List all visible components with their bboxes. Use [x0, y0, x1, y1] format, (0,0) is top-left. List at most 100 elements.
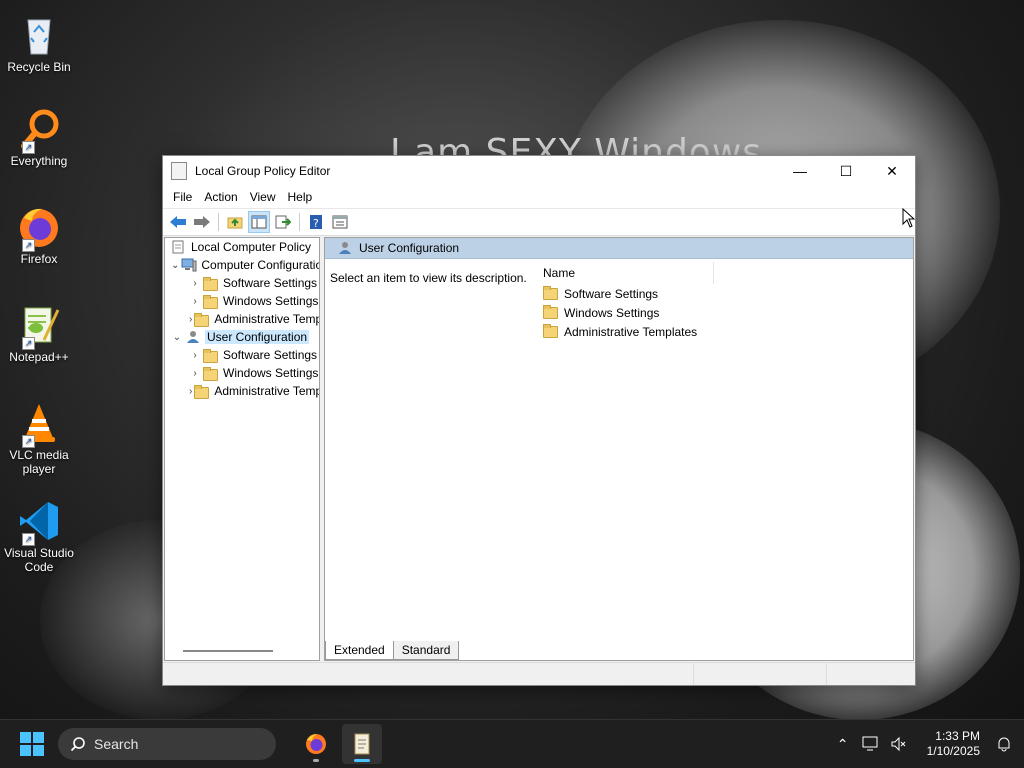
help-button[interactable]: ?: [305, 211, 327, 233]
notepad-plus-plus-icon: ↗: [16, 302, 62, 350]
folder-icon: [203, 294, 219, 309]
show-hide-tree-button[interactable]: [248, 211, 270, 233]
search-placeholder: Search: [94, 736, 139, 752]
tree-item-label: Computer Configuration: [201, 258, 320, 272]
export-list-button[interactable]: [272, 211, 294, 233]
vlc-icon: ↗: [16, 400, 62, 448]
tree-item-label: Administrative Templates: [214, 384, 320, 398]
desktop-icon-firefox[interactable]: ↗ Firefox: [4, 204, 74, 266]
desktop-icon-recycle-bin[interactable]: Recycle Bin: [4, 12, 74, 74]
tree-item-user-administrative-templates[interactable]: › Administrative Templates: [165, 382, 319, 400]
vscode-icon: ↗: [16, 498, 62, 546]
network-icon: [862, 736, 878, 751]
folder-icon: [543, 285, 558, 300]
taskbar-app-firefox[interactable]: [296, 724, 336, 764]
tree-item-label: Windows Settings: [223, 366, 319, 380]
close-button[interactable]: ✕: [869, 156, 915, 186]
list-item-software-settings[interactable]: Software Settings: [537, 284, 913, 303]
taskbar-app-group-policy-editor[interactable]: [342, 724, 382, 764]
chevron-right-icon[interactable]: ›: [189, 314, 192, 325]
folder-icon: [203, 348, 219, 363]
list-item-label: Administrative Templates: [564, 324, 698, 339]
active-indicator: [354, 759, 370, 762]
svg-text:?: ?: [313, 217, 319, 230]
menu-action[interactable]: Action: [198, 190, 243, 204]
list-item-label: Windows Settings: [564, 305, 660, 320]
chevron-right-icon[interactable]: ›: [189, 386, 192, 397]
list-item-windows-settings[interactable]: Windows Settings: [537, 303, 913, 322]
menu-help[interactable]: Help: [282, 190, 319, 204]
tree-item-user-windows-settings[interactable]: › Windows Settings: [165, 364, 319, 382]
chevron-right-icon[interactable]: ›: [189, 368, 201, 379]
properties-button[interactable]: [329, 211, 351, 233]
chevron-down-icon[interactable]: ⌄: [171, 332, 183, 343]
folder-icon: [194, 384, 210, 399]
taskbar-search-box[interactable]: Search: [58, 728, 276, 760]
tab-extended[interactable]: Extended: [325, 641, 394, 660]
menu-view[interactable]: View: [244, 190, 282, 204]
taskbar: Search ⌃ 1:33 PM 1/10/2025: [0, 719, 1024, 768]
forward-button[interactable]: [191, 211, 213, 233]
tree-item-computer-administrative-templates[interactable]: › Administrative Templates: [165, 310, 319, 328]
shortcut-arrow-icon: ↗: [22, 239, 35, 252]
chevron-right-icon[interactable]: ›: [189, 296, 201, 307]
back-arrow-icon: [170, 216, 186, 228]
tree-horizontal-scrollbar[interactable]: [183, 650, 273, 652]
chevron-up-icon: ⌃: [836, 735, 849, 752]
chevron-down-icon[interactable]: ⌄: [171, 260, 179, 271]
shortcut-arrow-icon: ↗: [22, 533, 35, 546]
desktop-icon-label: Recycle Bin: [7, 60, 71, 74]
computer-icon: [181, 258, 197, 272]
tree-item-computer-software-settings[interactable]: › Software Settings: [165, 274, 319, 292]
windows-logo-icon: [33, 745, 44, 756]
title-bar[interactable]: Local Group Policy Editor — ☐ ✕: [163, 156, 915, 186]
recycle-bin-icon: [16, 12, 62, 58]
tree-item-user-software-settings[interactable]: › Software Settings: [165, 346, 319, 364]
folder-icon: [543, 304, 558, 319]
desktop-icon-label: VLC media player: [9, 448, 69, 476]
group-policy-editor-window: Local Group Policy Editor — ☐ ✕ File Act…: [162, 155, 916, 686]
up-one-level-button[interactable]: [224, 211, 246, 233]
bell-icon: [998, 737, 1010, 752]
folder-icon: [203, 276, 219, 291]
start-button[interactable]: [20, 732, 44, 756]
minimize-button[interactable]: —: [777, 156, 823, 186]
menu-file[interactable]: File: [167, 190, 198, 204]
export-list-icon: [275, 215, 291, 229]
chevron-right-icon[interactable]: ›: [189, 350, 201, 361]
policy-document-icon: [354, 733, 370, 755]
tree-item-label: Software Settings: [223, 276, 318, 290]
shortcut-arrow-icon: ↗: [22, 337, 35, 350]
notifications-button[interactable]: [990, 724, 1018, 764]
tree-item-local-computer-policy[interactable]: Local Computer Policy: [165, 238, 319, 256]
policy-document-icon: [171, 240, 187, 254]
toolbar-separator: [218, 213, 219, 231]
list-item-administrative-templates[interactable]: Administrative Templates: [537, 322, 913, 341]
chevron-right-icon[interactable]: ›: [189, 278, 201, 289]
desktop-icon-notepad-plus-plus[interactable]: ↗ Notepad++: [4, 302, 74, 364]
tree-item-computer-windows-settings[interactable]: › Windows Settings: [165, 292, 319, 310]
tree-item-label: Local Computer Policy: [191, 240, 312, 254]
desktop-icon-label: Everything: [10, 154, 68, 168]
show-hidden-icons-button[interactable]: ⌃: [829, 724, 857, 764]
tree-item-user-configuration[interactable]: ⌄ User Configuration: [165, 328, 319, 346]
desktop-icon-label: Visual Studio Code: [4, 546, 74, 574]
forward-arrow-icon: [194, 216, 210, 228]
tree-item-computer-configuration[interactable]: ⌄ Computer Configuration: [165, 256, 319, 274]
volume-button[interactable]: [885, 724, 913, 764]
maximize-button[interactable]: ☐: [823, 156, 869, 186]
tree-pane[interactable]: Local Computer Policy ⌄ Computer Configu…: [164, 237, 320, 661]
desktop-icon-everything[interactable]: ↗ Everything: [4, 106, 74, 168]
details-header: User Configuration: [325, 238, 913, 259]
column-header-name[interactable]: Name: [537, 262, 714, 284]
window-title: Local Group Policy Editor: [195, 164, 331, 178]
clock[interactable]: 1:33 PM 1/10/2025: [927, 729, 980, 759]
tab-standard[interactable]: Standard: [392, 641, 460, 660]
desktop-icon-vlc[interactable]: ↗ VLC media player: [4, 400, 74, 476]
desktop-icon-vscode[interactable]: ↗ Visual Studio Code: [4, 498, 74, 574]
description-text: Select an item to view its description.: [330, 271, 527, 285]
network-status-button[interactable]: [857, 724, 885, 764]
clock-time: 1:33 PM: [935, 729, 980, 743]
back-button[interactable]: [167, 211, 189, 233]
show-hide-tree-icon: [251, 215, 267, 229]
